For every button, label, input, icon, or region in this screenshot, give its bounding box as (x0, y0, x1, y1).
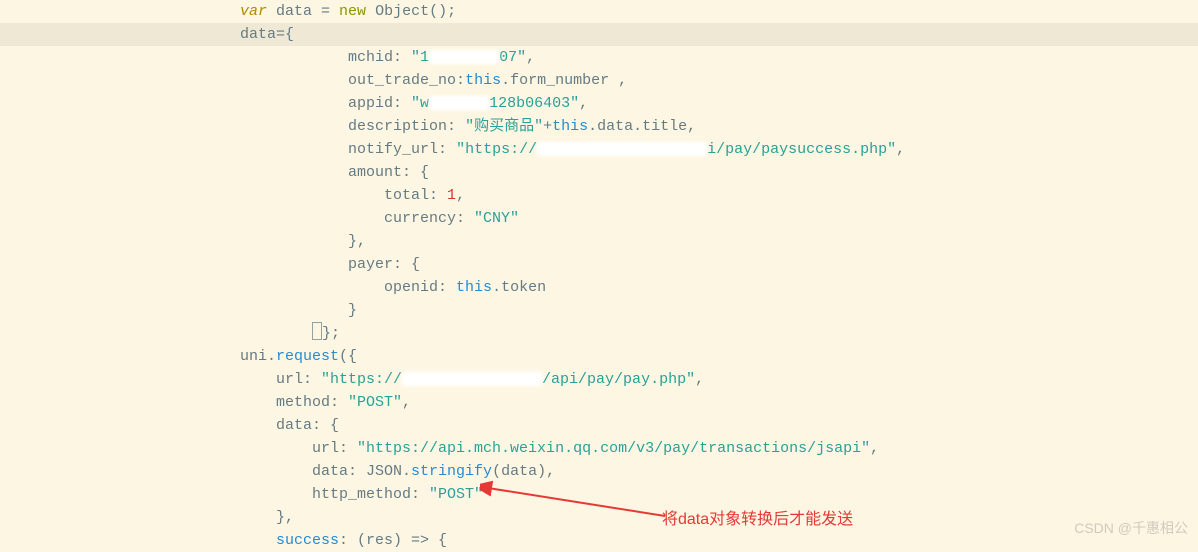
code-line-highlighted: data={ (0, 23, 1198, 46)
redacted-text (429, 50, 499, 64)
keyword-var: var (240, 3, 267, 20)
code-line: payer: { (0, 253, 1198, 276)
code-line: }; (0, 322, 1198, 345)
code-line: appid: "w128b06403", (0, 92, 1198, 115)
code-line: url: "https:///api/pay/pay.php", (0, 368, 1198, 391)
annotation-text: 将data对象转换后才能发送 (662, 508, 853, 531)
code-line: notify_url: "https://i/pay/paysuccess.ph… (0, 138, 1198, 161)
code-line: uni.request({ (0, 345, 1198, 368)
code-line: amount: { (0, 161, 1198, 184)
code-line: data: JSON.stringify(data), (0, 460, 1198, 483)
code-line: description: "购买商品"+this.data.title, (0, 115, 1198, 138)
keyword-new: new (339, 3, 366, 20)
redacted-text (402, 372, 542, 386)
code-line: var data = new Object(); (0, 0, 1198, 23)
code-line: method: "POST", (0, 391, 1198, 414)
code-line: openid: this.token (0, 276, 1198, 299)
code-line: currency: "CNY" (0, 207, 1198, 230)
code-line: data: { (0, 414, 1198, 437)
redacted-text (429, 96, 489, 110)
code-line: mchid: "107", (0, 46, 1198, 69)
code-line: url: "https://api.mch.weixin.qq.com/v3/p… (0, 437, 1198, 460)
code-line: }, (0, 506, 1198, 529)
code-line: out_trade_no:this.form_number , (0, 69, 1198, 92)
code-line: success: (res) => { (0, 529, 1198, 552)
watermark: CSDN @千惠相公 (1074, 517, 1188, 540)
code-line: } (0, 299, 1198, 322)
code-line: }, (0, 230, 1198, 253)
code-line: total: 1, (0, 184, 1198, 207)
cursor-indicator (312, 322, 322, 340)
redacted-text (537, 142, 707, 156)
code-block: var data = new Object(); data={ mchid: "… (0, 0, 1198, 552)
code-line: http_method: "POST" (0, 483, 1198, 506)
